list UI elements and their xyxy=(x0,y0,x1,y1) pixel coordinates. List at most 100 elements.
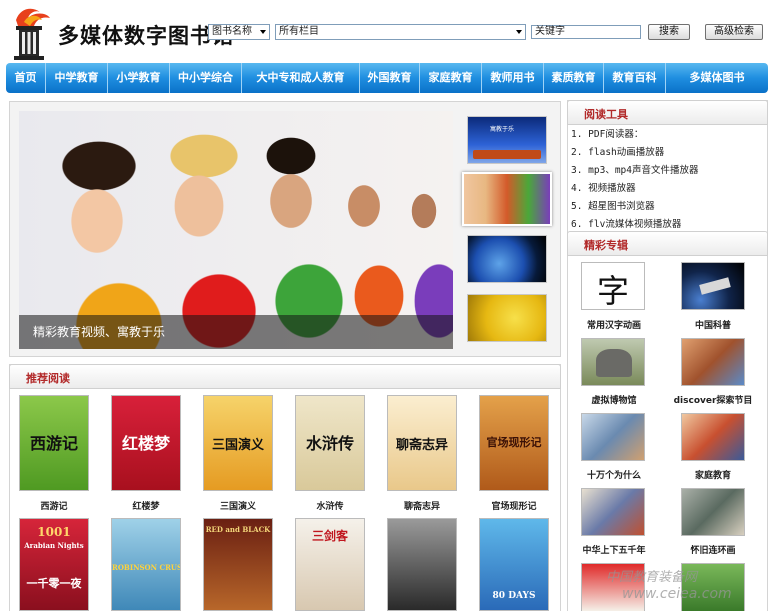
hero-thumb-4[interactable] xyxy=(467,294,547,342)
nav-item-multimedia-books[interactable]: 多媒体图书 xyxy=(666,63,768,93)
hero-thumb-1-text: 寓教于乐 xyxy=(490,126,515,133)
nav-item-foreign-edu[interactable]: 外国教育 xyxy=(360,63,420,93)
category-select[interactable]: 所有栏目 xyxy=(275,24,526,40)
recommended-title: 推荐阅读 xyxy=(26,372,70,385)
header: 多媒体数字图书馆 图书名称 所有栏目 关键字 搜索 高级检索 xyxy=(0,0,772,64)
nav-item-secondary-edu[interactable]: 中学教育 xyxy=(46,63,108,93)
book-cover-three-musketeers[interactable]: 三剑客 xyxy=(295,518,365,611)
tool-index: 6. xyxy=(571,219,589,230)
library-logo-icon xyxy=(14,8,50,60)
nav-item-edu-encyclopedia[interactable]: 教育百科 xyxy=(604,63,666,93)
feature-image-science[interactable] xyxy=(681,262,745,310)
book-cover-xiyouji[interactable]: 西游记 xyxy=(19,395,89,491)
book-cover-guanchang[interactable]: 官场现形记 xyxy=(479,395,549,491)
reading-tools-list: 1. PDF阅读器： 2. flash动画播放器 3. mp3、mp4声音文件播… xyxy=(571,126,766,234)
tool-item-superstar[interactable]: 5. 超星图书浏览器 xyxy=(571,198,766,216)
feature-label[interactable]: 中华上下五千年 xyxy=(566,543,662,556)
tool-item-pdf[interactable]: 1. PDF阅读器： xyxy=(571,126,766,144)
tool-label: PDF阅读器： xyxy=(588,129,644,140)
nav-item-higher-adult-edu[interactable]: 大中专和成人教育 xyxy=(242,63,360,93)
feature-label[interactable]: 常用汉字动画 xyxy=(566,318,662,331)
feature-image-history[interactable] xyxy=(581,488,645,536)
feature-image-museum[interactable] xyxy=(581,338,645,386)
hero-slideshow: 精彩教育视频、寓教于乐 寓教于乐 xyxy=(9,101,561,357)
book-cover-text: 官场现形记 xyxy=(486,436,542,449)
book-title[interactable]: 聊斋志异 xyxy=(376,499,468,512)
chevron-down-icon xyxy=(516,30,522,34)
reading-tools-header: 阅读工具 xyxy=(567,100,768,125)
hero-caption: 精彩教育视频、寓教于乐 xyxy=(33,325,166,339)
nav-item-quality-edu[interactable]: 素质教育 xyxy=(544,63,604,93)
feature-label[interactable]: 家庭教育 xyxy=(665,468,761,481)
tool-index: 3. xyxy=(571,165,589,176)
feature-image-comics[interactable] xyxy=(681,488,745,536)
tool-item-mp3[interactable]: 3. mp3、mp4声音文件播放器 xyxy=(571,162,766,180)
hero-thumb-1[interactable]: 寓教于乐 xyxy=(467,116,547,164)
tool-index: 5. xyxy=(571,201,589,212)
chevron-down-icon xyxy=(260,30,266,34)
tool-label: mp3、mp4声音文件播放器 xyxy=(588,165,699,176)
book-cover-text: 聊斋志异 xyxy=(395,438,448,453)
feature-label[interactable]: discover探索节目 xyxy=(665,393,761,406)
category-value: 所有栏目 xyxy=(279,26,319,37)
feature-image-family-edu[interactable] xyxy=(681,413,745,461)
book-cover-hongloumeng[interactable]: 红楼梦 xyxy=(111,395,181,491)
nav-item-teacher-books[interactable]: 教师用书 xyxy=(482,63,544,93)
tool-label: 视频播放器 xyxy=(588,183,636,194)
search-button[interactable]: 搜索 xyxy=(648,24,690,40)
tool-index: 1. xyxy=(571,129,589,140)
feature-label[interactable]: 怀旧连环画 xyxy=(665,543,761,556)
nav-item-home[interactable]: 首页 xyxy=(6,63,46,93)
book-cover-text: 红楼梦 xyxy=(121,434,170,453)
book-cover-text: 三国演义 xyxy=(211,438,264,453)
book-cover-text: 水浒传 xyxy=(305,434,354,453)
book-cover-robinson-crusoe[interactable]: ROBINSON CRUSOE xyxy=(111,518,181,611)
book-cover-bw-film[interactable] xyxy=(387,518,457,611)
nav-item-family-edu[interactable]: 家庭教育 xyxy=(420,63,482,93)
book-cover-text: 西游记 xyxy=(29,434,78,453)
search-type-value: 图书名称 xyxy=(212,26,252,37)
book-cover-liaozhai[interactable]: 聊斋志异 xyxy=(387,395,457,491)
keyword-input[interactable]: 关键字 xyxy=(531,25,641,39)
book-cover-shuihu[interactable]: 水浒传 xyxy=(295,395,365,491)
tool-label: 超星图书浏览器 xyxy=(588,201,655,212)
book-cover-text: 80 DAYS xyxy=(492,591,536,601)
book-title[interactable]: 三国演义 xyxy=(192,499,284,512)
feature-label[interactable]: 虚拟博物馆 xyxy=(566,393,662,406)
feature-label[interactable]: 十万个为什么 xyxy=(566,468,662,481)
hero-image[interactable]: 精彩教育视频、寓教于乐 xyxy=(19,111,453,349)
book-cover-text: ROBINSON CRUSOE xyxy=(112,563,180,572)
hero-thumb-2-active[interactable] xyxy=(462,172,552,226)
tool-item-flash[interactable]: 2. flash动画播放器 xyxy=(571,144,766,162)
feature-image-hanzi[interactable]: 字 xyxy=(581,262,645,310)
elephant-icon xyxy=(596,349,632,377)
satellite-icon xyxy=(699,277,731,295)
book-title[interactable]: 西游记 xyxy=(8,499,100,512)
book-title[interactable]: 红楼梦 xyxy=(100,499,192,512)
advanced-search-button[interactable]: 高级检索 xyxy=(705,24,763,40)
book-cover-text: RED and BLACK xyxy=(205,525,271,534)
feature-label[interactable]: 中国科普 xyxy=(665,318,761,331)
book-cover-text: 三剑客 xyxy=(311,529,348,543)
book-title[interactable]: 官场现形记 xyxy=(468,499,560,512)
book-cover-red-and-black[interactable]: RED and BLACK xyxy=(203,518,273,611)
book-cover-text: Arabian Nights xyxy=(24,541,84,550)
feature-image-why[interactable] xyxy=(581,413,645,461)
book-cover-text: 1001 xyxy=(37,525,71,539)
tool-index: 4. xyxy=(571,183,589,194)
hero-thumb-3[interactable] xyxy=(467,235,547,283)
book-cover-80-days[interactable]: 80 DAYS xyxy=(479,518,549,611)
feature-image-discover[interactable] xyxy=(681,338,745,386)
featured-albums-header: 精彩专辑 xyxy=(567,231,768,256)
tool-item-video[interactable]: 4. 视频播放器 xyxy=(571,180,766,198)
book-cover-sanguo[interactable]: 三国演义 xyxy=(203,395,273,491)
tool-index: 2. xyxy=(571,147,589,158)
feature-image-text: 字 xyxy=(596,272,629,310)
book-title[interactable]: 水浒传 xyxy=(284,499,376,512)
nav-item-primary-edu[interactable]: 小学教育 xyxy=(108,63,170,93)
nav-item-k12[interactable]: 中小学综合 xyxy=(170,63,242,93)
book-cover-arabian-nights[interactable]: 1001 Arabian Nights 一千零一夜 xyxy=(19,518,89,611)
featured-albums-title: 精彩专辑 xyxy=(584,239,628,252)
watermark-url: www.ceiea.com xyxy=(622,586,732,602)
search-type-select[interactable]: 图书名称 xyxy=(208,24,270,40)
